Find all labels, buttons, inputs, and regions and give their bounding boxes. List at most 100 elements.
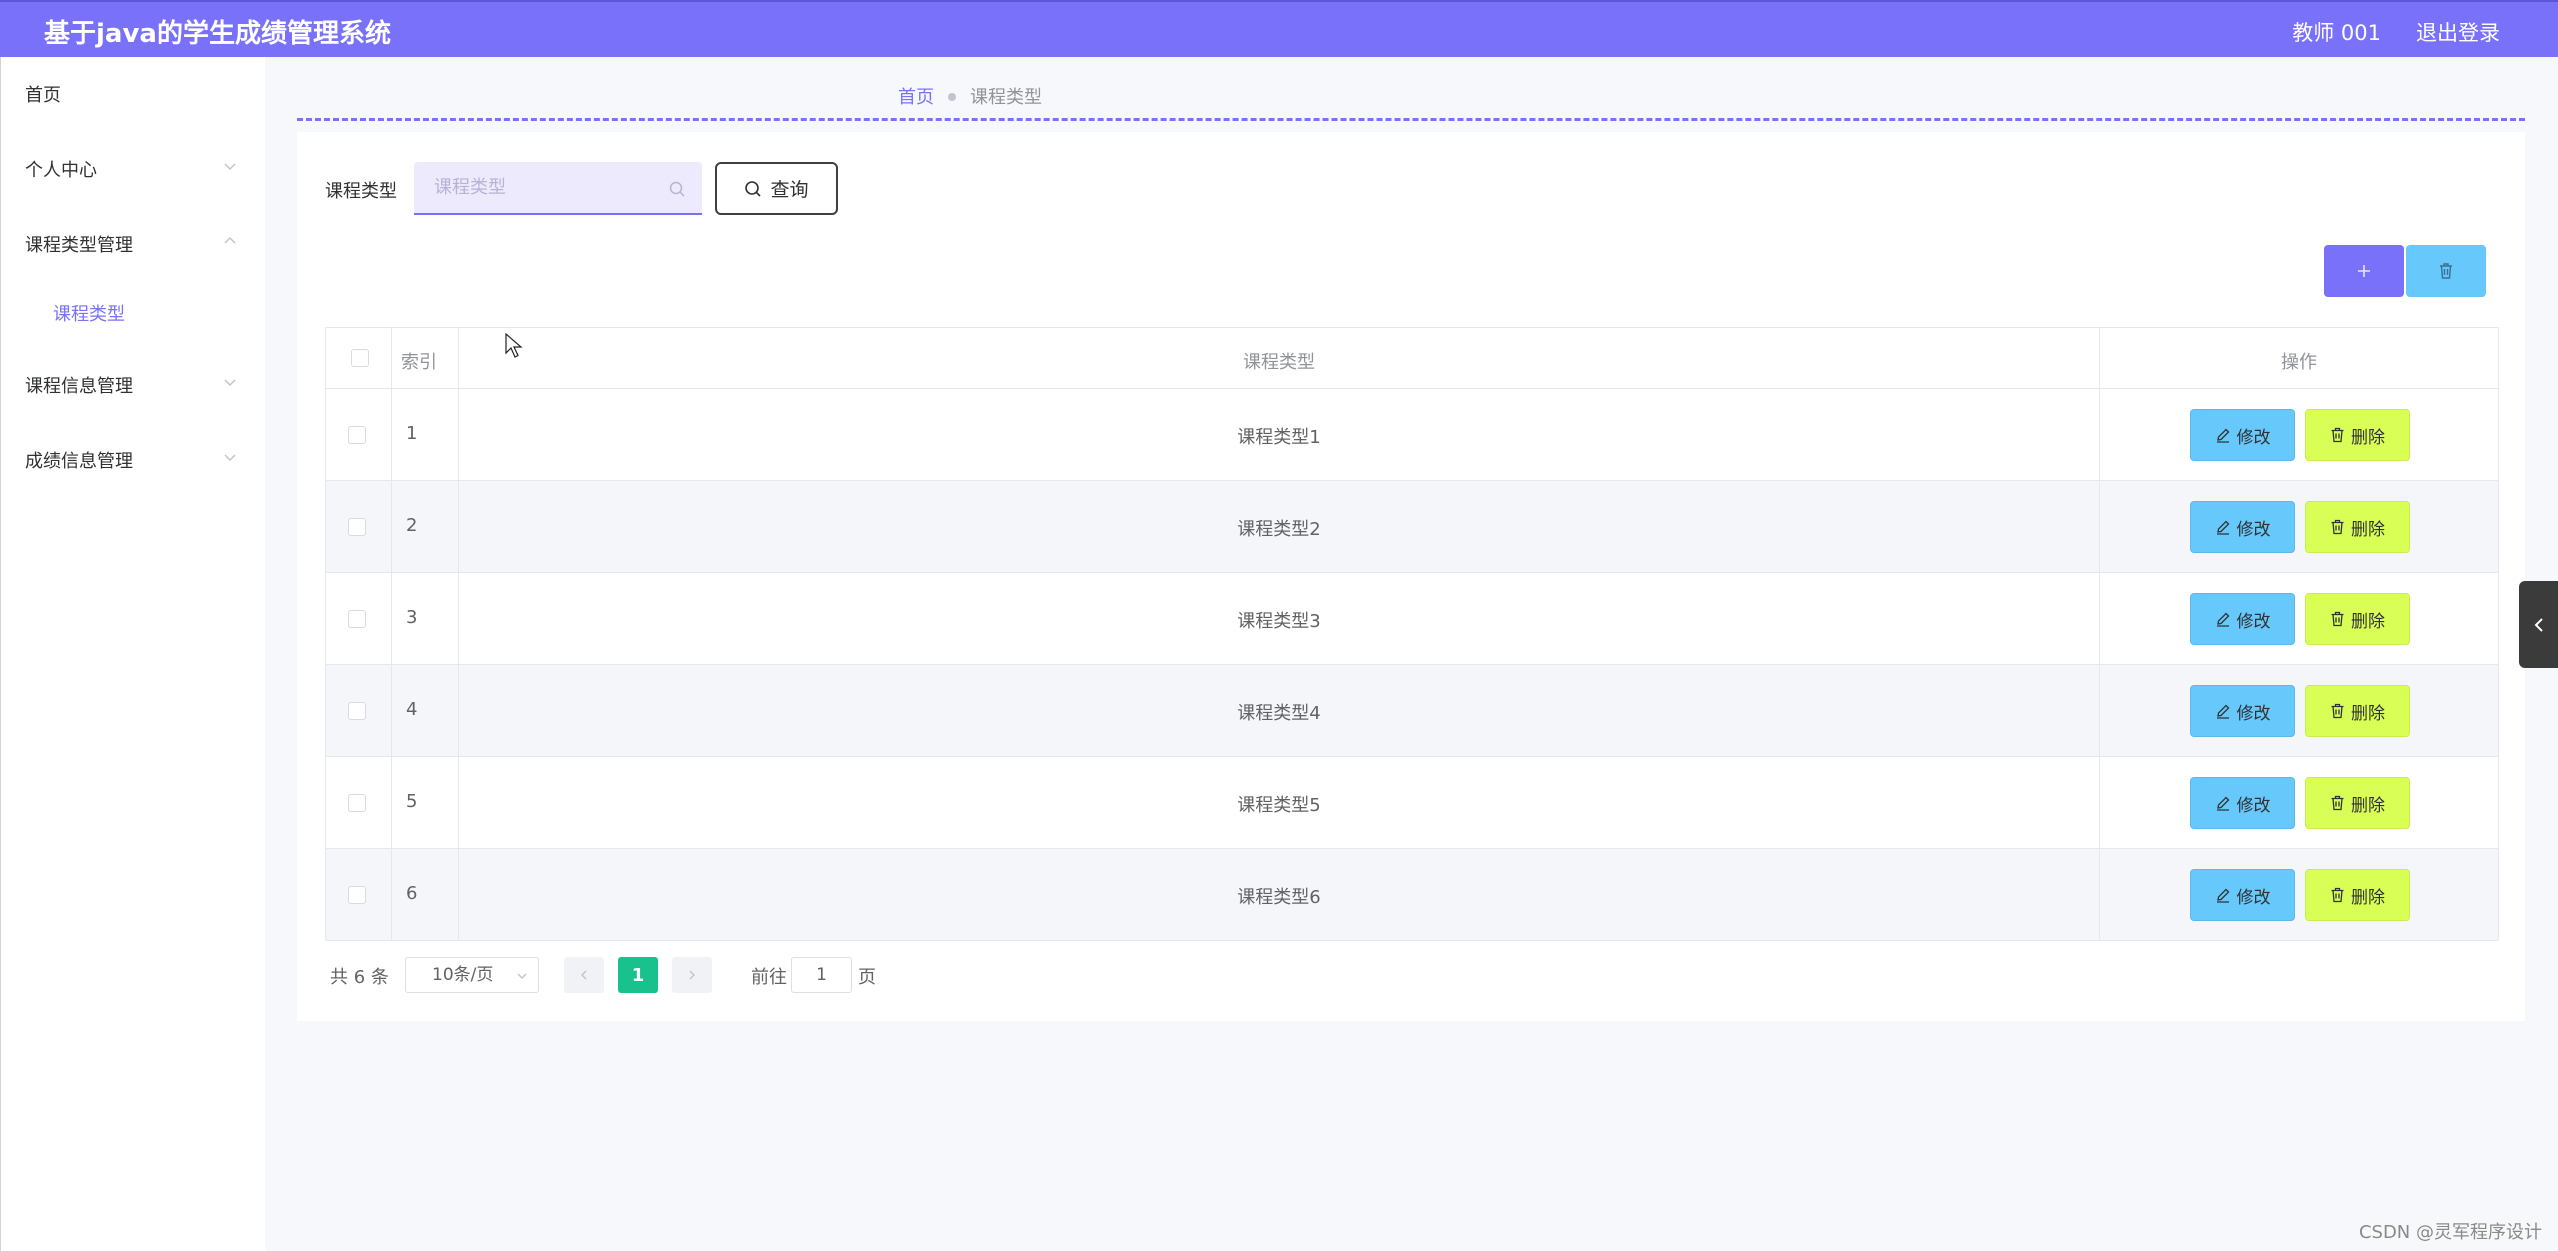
delete-button[interactable]: 删除: [2305, 593, 2410, 645]
select-all-checkbox[interactable]: [351, 349, 369, 367]
table-row: 6 课程类型6 修改 删除: [326, 849, 2498, 941]
page-number-current[interactable]: 1: [618, 957, 658, 993]
edit-icon: [2216, 428, 2229, 443]
delete-button-label: 删除: [2351, 519, 2385, 540]
delete-button[interactable]: 删除: [2305, 409, 2410, 461]
sidebar-item-personal-center[interactable]: 个人中心: [25, 156, 97, 182]
edit-button-label: 修改: [2236, 519, 2271, 540]
sidebar-item-score-info-management[interactable]: 成绩信息管理: [25, 447, 133, 473]
row-index: 1: [406, 423, 418, 444]
edit-button-label: 修改: [2236, 427, 2271, 448]
filter-label: 课程类型: [325, 181, 397, 202]
goto-page-input[interactable]: [791, 957, 852, 993]
delete-button[interactable]: 删除: [2305, 777, 2410, 829]
next-page-button[interactable]: [672, 957, 712, 993]
table-row: 4 课程类型4 修改 删除: [326, 665, 2498, 757]
column-header-actions: 操作: [2281, 352, 2317, 373]
watermark: CSDN @灵军程序设计: [2358, 1222, 2542, 1243]
top-header: 基于java的学生成绩管理系统 教师 001 退出登录: [0, 0, 2558, 57]
row-checkbox[interactable]: [348, 702, 366, 720]
search-icon: [668, 180, 686, 198]
row-index: 4: [406, 699, 418, 720]
course-type-table: 索引 课程类型 操作 1 课程类型1 修改 删除 2 课程类型2 修改 删除 3 课程类型3 修改删…: [325, 327, 2499, 941]
edit-button-label: 修改: [2236, 795, 2271, 816]
side-panel-toggle[interactable]: [2519, 581, 2558, 668]
delete-button[interactable]: 删除: [2305, 869, 2410, 921]
table-row: 5 课程类型5 修改 删除: [326, 757, 2498, 849]
edit-icon: [2216, 520, 2229, 535]
delete-button-label: 删除: [2351, 611, 2385, 632]
edit-button[interactable]: 修改: [2190, 869, 2295, 921]
sidebar-item-home[interactable]: 首页: [25, 81, 61, 107]
row-course-type: 课程类型3: [1237, 611, 1321, 632]
edit-button-label: 修改: [2236, 703, 2271, 724]
trash-icon: [2331, 703, 2344, 719]
trash-icon: [2331, 611, 2344, 627]
delete-button-label: 删除: [2351, 703, 2385, 724]
row-checkbox[interactable]: [348, 426, 366, 444]
breadcrumb-home[interactable]: 首页: [898, 87, 934, 108]
chevron-left-icon: [581, 970, 587, 980]
trash-icon: [2331, 795, 2344, 811]
breadcrumb: 首页 课程类型: [898, 83, 1042, 109]
edit-button[interactable]: 修改: [2190, 593, 2295, 645]
total-count: 共 6 条: [330, 967, 389, 988]
search-icon: [745, 180, 762, 197]
delete-button-label: 删除: [2351, 887, 2385, 908]
edit-icon: [2216, 796, 2229, 811]
chevron-down-icon: [223, 450, 237, 464]
logout-link[interactable]: 退出登录: [2416, 17, 2500, 47]
query-button-label: 查询: [770, 179, 809, 201]
table-header: 索引 课程类型 操作: [326, 328, 2498, 389]
edit-button[interactable]: 修改: [2190, 777, 2295, 829]
row-checkbox[interactable]: [348, 518, 366, 536]
row-index: 6: [406, 883, 418, 904]
row-course-type: 课程类型6: [1237, 887, 1321, 908]
row-course-type: 课程类型1: [1237, 427, 1321, 448]
row-index: 5: [406, 791, 418, 812]
delete-button-label: 删除: [2351, 795, 2385, 816]
edit-button[interactable]: 修改: [2190, 685, 2295, 737]
row-checkbox[interactable]: [348, 886, 366, 904]
chevron-down-icon: [223, 375, 237, 389]
row-checkbox[interactable]: [348, 610, 366, 628]
sidebar-item-course-type-management[interactable]: 课程类型管理: [25, 231, 133, 257]
sidebar-item-course-type[interactable]: 课程类型: [53, 300, 125, 326]
trash-icon: [2331, 427, 2344, 443]
app-title: 基于java的学生成绩管理系统: [44, 19, 391, 49]
plus-icon: [2358, 265, 2370, 277]
edit-button[interactable]: 修改: [2190, 409, 2295, 461]
page-suffix: 页: [858, 967, 876, 988]
edit-icon: [2216, 888, 2229, 903]
row-course-type: 课程类型5: [1237, 795, 1321, 816]
table-row: 3 课程类型3 修改 删除: [326, 573, 2498, 665]
page-size-select[interactable]: 10条/页: [405, 957, 539, 993]
row-checkbox[interactable]: [348, 794, 366, 812]
trash-icon: [2331, 519, 2344, 535]
breadcrumb-divider: [297, 118, 2525, 121]
prev-page-button[interactable]: [564, 957, 604, 993]
course-type-search-input[interactable]: [414, 162, 702, 215]
mouse-cursor-icon: [505, 332, 523, 363]
delete-button[interactable]: 删除: [2305, 685, 2410, 737]
edit-button-label: 修改: [2236, 611, 2271, 632]
edit-button-label: 修改: [2236, 887, 2271, 908]
delete-button[interactable]: 删除: [2305, 501, 2410, 553]
sidebar: 首页 个人中心 课程类型管理 课程类型 课程信息管理 成绩信息管理: [0, 57, 265, 1251]
row-index: 2: [406, 515, 418, 536]
column-header-index: 索引: [401, 352, 437, 373]
edit-button[interactable]: 修改: [2190, 501, 2295, 553]
trash-icon: [2331, 887, 2344, 903]
sidebar-item-course-info-management[interactable]: 课程信息管理: [25, 372, 133, 398]
edit-icon: [2216, 704, 2229, 719]
batch-delete-button[interactable]: [2406, 245, 2486, 297]
column-header-course-type: 课程类型: [1243, 352, 1315, 373]
query-button[interactable]: 查询: [715, 162, 838, 215]
chevron-down-icon: [223, 159, 237, 173]
breadcrumb-separator-icon: [948, 93, 956, 101]
chevron-left-icon: [2534, 617, 2543, 632]
add-button[interactable]: [2324, 245, 2404, 297]
row-course-type: 课程类型2: [1237, 519, 1321, 540]
breadcrumb-current: 课程类型: [970, 87, 1042, 108]
table-row: 1 课程类型1 修改 删除: [326, 389, 2498, 481]
